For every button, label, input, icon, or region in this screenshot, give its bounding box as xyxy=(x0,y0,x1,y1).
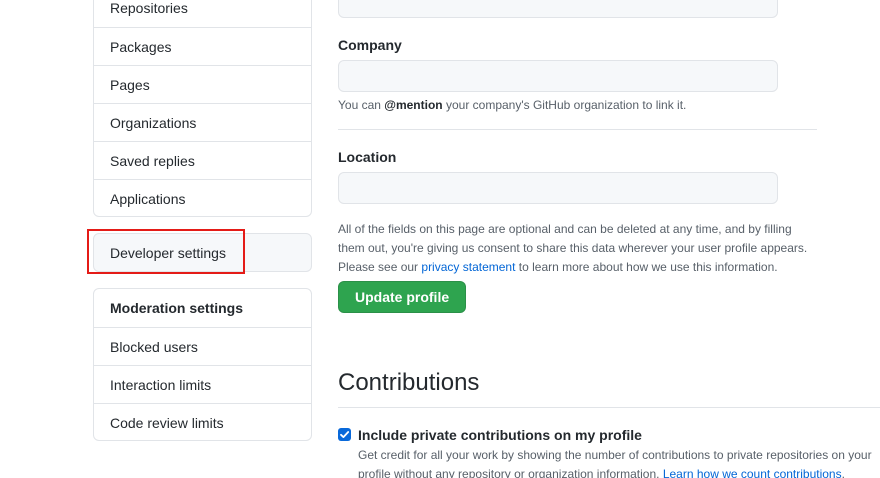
sidebar-item-developer-settings[interactable]: Developer settings xyxy=(94,234,311,273)
company-note-mention: @mention xyxy=(384,98,443,112)
sidebar-item-pages[interactable]: Pages xyxy=(94,65,311,103)
checkmark-icon xyxy=(340,431,350,438)
sidebar-item-packages[interactable]: Packages xyxy=(94,27,311,65)
settings-sidebar-menu: Repositories Packages Pages Organization… xyxy=(93,0,312,217)
developer-settings-menu: Developer settings xyxy=(93,233,312,272)
disclaimer-text-after: to learn more about how we use this info… xyxy=(515,260,778,274)
sidebar-item-repositories[interactable]: Repositories xyxy=(94,0,311,27)
privacy-disclaimer: All of the fields on this page are optio… xyxy=(338,220,818,277)
location-input[interactable] xyxy=(338,172,778,204)
moderation-settings-heading: Moderation settings xyxy=(110,300,244,316)
private-contributions-note: Get credit for all your work by showing … xyxy=(358,446,880,478)
contributions-divider xyxy=(338,407,880,408)
contributions-heading: Contributions xyxy=(338,369,480,396)
sidebar-item-blocked-users[interactable]: Blocked users xyxy=(94,327,311,365)
sidebar-item-organizations[interactable]: Organizations xyxy=(94,103,311,141)
learn-count-contributions-link[interactable]: Learn how we count contributions xyxy=(663,467,842,478)
sidebar-item-interaction-limits[interactable]: Interaction limits xyxy=(94,365,311,403)
company-note-prefix: You can xyxy=(338,98,385,112)
company-input[interactable] xyxy=(338,60,778,92)
settings-page: Repositories Packages Pages Organization… xyxy=(0,0,880,478)
moderation-settings-menu: Moderation settings Blocked users Intera… xyxy=(93,288,312,441)
contributions-note-end: . xyxy=(841,467,845,478)
sidebar-item-code-review-limits[interactable]: Code review limits xyxy=(94,403,311,441)
update-profile-button[interactable]: Update profile xyxy=(338,281,467,313)
privacy-statement-link[interactable]: privacy statement xyxy=(421,260,515,274)
company-label: Company xyxy=(338,37,402,53)
sidebar-item-applications[interactable]: Applications xyxy=(94,179,311,217)
company-note-suffix: your company's GitHub organization to li… xyxy=(442,98,687,112)
previous-field-input[interactable] xyxy=(338,0,778,18)
location-label: Location xyxy=(338,149,397,165)
private-contributions-checkbox[interactable] xyxy=(338,428,351,441)
form-divider xyxy=(338,129,817,130)
private-contributions-label[interactable]: Include private contributions on my prof… xyxy=(358,427,642,443)
company-note: You can @mention your company's GitHub o… xyxy=(338,96,686,115)
sidebar-item-saved-replies[interactable]: Saved replies xyxy=(94,141,311,179)
